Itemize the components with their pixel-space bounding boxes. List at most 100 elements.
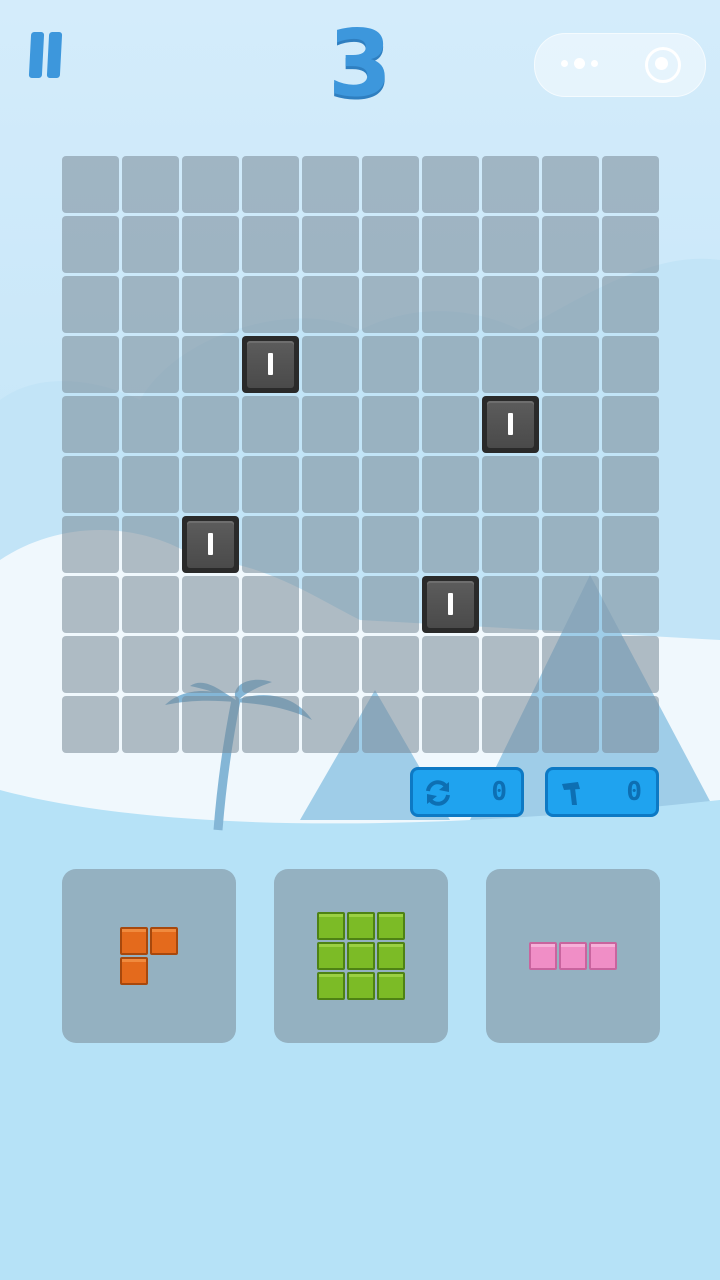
board-cell[interactable]: [542, 636, 599, 693]
board-cell[interactable]: [362, 396, 419, 453]
board-cell[interactable]: [302, 156, 359, 213]
board-cell[interactable]: [242, 456, 299, 513]
board-cell[interactable]: [122, 336, 179, 393]
board-cell[interactable]: [422, 156, 479, 213]
board-cell[interactable]: [542, 216, 599, 273]
board-cell[interactable]: [122, 456, 179, 513]
board-cell[interactable]: [122, 576, 179, 633]
close-button[interactable]: [645, 47, 681, 83]
board-cell[interactable]: [422, 336, 479, 393]
board-cell[interactable]: [422, 696, 479, 753]
board-cell[interactable]: [542, 396, 599, 453]
board-cell[interactable]: [362, 156, 419, 213]
board-cell[interactable]: [482, 156, 539, 213]
board-cell[interactable]: [482, 516, 539, 573]
board-cell[interactable]: [362, 276, 419, 333]
board-cell[interactable]: [62, 216, 119, 273]
board-cell[interactable]: [62, 336, 119, 393]
rotate-button[interactable]: 0: [410, 767, 524, 817]
board-cell[interactable]: [362, 216, 419, 273]
piece-slot-2[interactable]: [274, 869, 448, 1043]
board-cell[interactable]: [242, 696, 299, 753]
board-cell[interactable]: [62, 576, 119, 633]
board-cell[interactable]: [422, 396, 479, 453]
board-cell[interactable]: [242, 636, 299, 693]
board-cell[interactable]: [182, 336, 239, 393]
board-cell[interactable]: [362, 456, 419, 513]
board-cell[interactable]: [602, 636, 659, 693]
board-cell[interactable]: [602, 696, 659, 753]
board-cell[interactable]: [122, 636, 179, 693]
board-cell[interactable]: [122, 696, 179, 753]
board-cell[interactable]: [302, 456, 359, 513]
board-cell[interactable]: [242, 516, 299, 573]
board-cell[interactable]: [242, 576, 299, 633]
board-cell[interactable]: [542, 576, 599, 633]
board-cell[interactable]: [242, 396, 299, 453]
board-cell[interactable]: [602, 336, 659, 393]
board-cell[interactable]: [482, 276, 539, 333]
board-cell[interactable]: [602, 396, 659, 453]
board-cell[interactable]: [542, 456, 599, 513]
board-cell[interactable]: [602, 576, 659, 633]
board-cell[interactable]: [302, 336, 359, 393]
board-cell[interactable]: [302, 396, 359, 453]
board-cell[interactable]: [542, 696, 599, 753]
board-cell[interactable]: [302, 696, 359, 753]
board-cell[interactable]: [122, 216, 179, 273]
more-button[interactable]: [557, 54, 607, 74]
board-cell[interactable]: [542, 156, 599, 213]
board-cell[interactable]: [242, 216, 299, 273]
piece-slot-3[interactable]: [486, 869, 660, 1043]
board-cell[interactable]: [602, 516, 659, 573]
board-cell[interactable]: [482, 336, 539, 393]
board-cell[interactable]: [602, 156, 659, 213]
pause-button[interactable]: [28, 32, 68, 80]
board-cell[interactable]: [482, 576, 539, 633]
board-cell[interactable]: [482, 216, 539, 273]
board-cell[interactable]: [182, 696, 239, 753]
board-cell[interactable]: [302, 516, 359, 573]
board-cell[interactable]: [542, 516, 599, 573]
board-cell[interactable]: [602, 216, 659, 273]
board-cell[interactable]: [542, 276, 599, 333]
board-cell[interactable]: [122, 276, 179, 333]
board-cell[interactable]: [542, 336, 599, 393]
board-cell[interactable]: [62, 276, 119, 333]
board-cell[interactable]: [62, 696, 119, 753]
board-cell[interactable]: [182, 576, 239, 633]
piece-slot-1[interactable]: [62, 869, 236, 1043]
board-cell[interactable]: [182, 636, 239, 693]
board-cell[interactable]: [422, 456, 479, 513]
board-cell[interactable]: [62, 636, 119, 693]
board-cell[interactable]: [62, 516, 119, 573]
board-cell[interactable]: [182, 396, 239, 453]
board-cell[interactable]: [482, 696, 539, 753]
board-cell[interactable]: [242, 276, 299, 333]
board-cell[interactable]: [62, 396, 119, 453]
board-cell[interactable]: [302, 576, 359, 633]
board-cell[interactable]: [482, 636, 539, 693]
board-cell[interactable]: [362, 696, 419, 753]
board-cell[interactable]: [302, 636, 359, 693]
board-cell[interactable]: [302, 276, 359, 333]
board-cell[interactable]: [422, 276, 479, 333]
board-cell[interactable]: [482, 456, 539, 513]
board-cell[interactable]: [422, 636, 479, 693]
board-cell[interactable]: [362, 636, 419, 693]
board-cell[interactable]: [242, 156, 299, 213]
board-cell[interactable]: [182, 216, 239, 273]
board-cell[interactable]: [362, 516, 419, 573]
board-cell[interactable]: [602, 456, 659, 513]
board-cell[interactable]: [122, 396, 179, 453]
board-cell[interactable]: [122, 516, 179, 573]
board-cell[interactable]: [362, 576, 419, 633]
board-cell[interactable]: [62, 156, 119, 213]
board-cell[interactable]: [302, 216, 359, 273]
board-cell[interactable]: [122, 156, 179, 213]
board-cell[interactable]: [602, 276, 659, 333]
board-cell[interactable]: [62, 456, 119, 513]
board-cell[interactable]: [422, 216, 479, 273]
board-cell[interactable]: [182, 276, 239, 333]
board-cell[interactable]: [182, 156, 239, 213]
